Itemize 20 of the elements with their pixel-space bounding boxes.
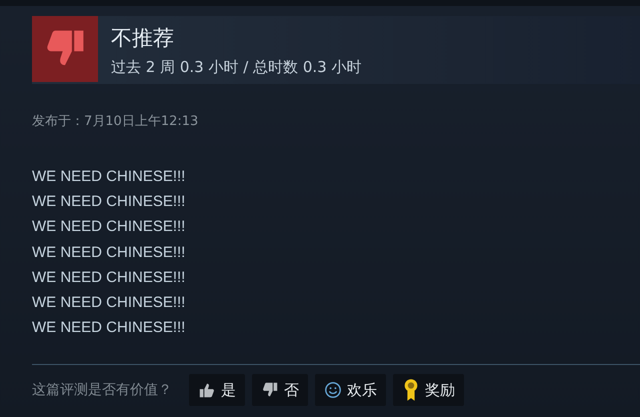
review-text-line: WE NEED CHINESE!!! (32, 318, 186, 338)
funny-button[interactable]: 欢乐 (315, 374, 386, 406)
review-text-line: WE NEED CHINESE!!! (32, 293, 186, 314)
smiley-icon (324, 381, 342, 399)
yes-button[interactable]: 是 (189, 374, 245, 406)
thumbs-up-icon (198, 381, 216, 399)
thumbs-down-icon (32, 16, 98, 82)
helpful-question: 这篇评测是否有价值？ (32, 381, 172, 399)
review-text-line: WE NEED CHINESE!!! (32, 192, 186, 212)
review-text-line: WE NEED CHINESE!!! (32, 167, 186, 187)
award-button[interactable]: 奖励 (393, 374, 464, 406)
posted-date: 发布于：7月10日上午12:13 (32, 113, 200, 130)
review-text-line: WE NEED CHINESE!!! (32, 217, 186, 238)
no-button[interactable]: 否 (252, 374, 308, 406)
review-text-line: WE NEED CHINESE!!! (32, 268, 186, 288)
review-verdict: 不推荐 (111, 24, 175, 52)
playtime-text: 过去 2 周 0.3 小时 / 总时数 0.3 小时 (111, 58, 362, 76)
medal-icon (402, 378, 420, 402)
review-text-line: WE NEED CHINESE!!! (32, 242, 186, 263)
thumbs-down-icon (261, 381, 279, 399)
